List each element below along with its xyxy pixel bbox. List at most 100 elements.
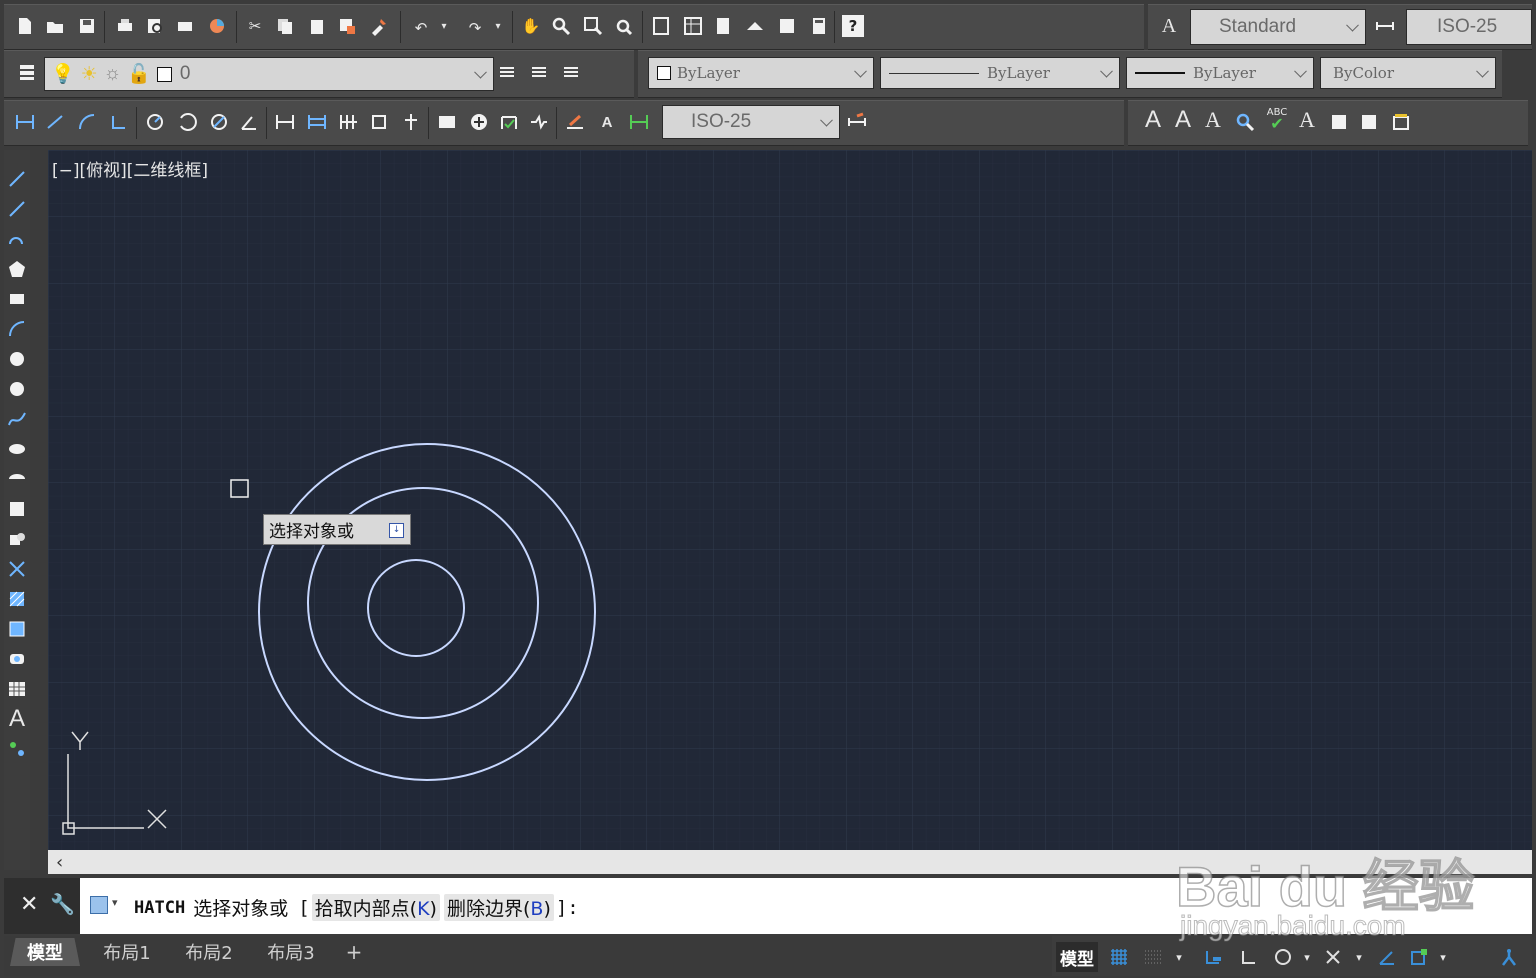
snap-icon[interactable] xyxy=(1142,946,1164,968)
chevron-left-icon[interactable]: ‹ xyxy=(56,852,63,873)
tooltip-options-icon[interactable]: ↓ xyxy=(389,523,404,538)
multiline-text-icon[interactable]: A xyxy=(6,705,28,732)
polygon-icon[interactable] xyxy=(6,258,28,280)
calculator-icon[interactable] xyxy=(808,15,830,37)
text-frame-icon[interactable] xyxy=(1390,111,1412,133)
linetype-select[interactable]: ByLayer xyxy=(880,57,1120,89)
dim-space-icon[interactable] xyxy=(368,111,390,133)
circle-icon[interactable] xyxy=(6,348,28,370)
spline-icon[interactable] xyxy=(6,408,28,430)
ellipse-icon[interactable] xyxy=(6,438,28,460)
dim-style-manager-icon[interactable] xyxy=(846,111,868,133)
redo-dropdown-icon[interactable]: ▾ xyxy=(492,15,504,37)
justify-text-icon[interactable] xyxy=(1358,111,1380,133)
tolerance-icon[interactable] xyxy=(436,111,458,133)
new-file-icon[interactable] xyxy=(14,15,36,37)
command-line[interactable]: ✕ 🔧 ▾ HATCH 选择对象或 [ 拾取内部点(K) 删除边界(B) ]: xyxy=(4,878,1532,934)
edit-text-icon[interactable]: A xyxy=(1202,107,1224,132)
arc-length-icon[interactable] xyxy=(76,111,98,133)
customization-icon[interactable] xyxy=(1498,946,1520,968)
option-pick-internal-point[interactable]: 拾取内部点(K) xyxy=(311,894,440,921)
revision-cloud-icon[interactable] xyxy=(6,378,28,400)
help-icon[interactable]: ? xyxy=(842,15,864,37)
horizontal-scrollbar[interactable]: ‹ xyxy=(48,850,1532,874)
angular-dim-icon[interactable] xyxy=(238,111,260,133)
gradient-icon[interactable] xyxy=(6,618,28,640)
match-properties-icon[interactable] xyxy=(368,15,390,37)
line-icon[interactable] xyxy=(6,168,28,190)
hatch-icon[interactable] xyxy=(6,588,28,610)
drawing-canvas[interactable] xyxy=(48,150,1532,850)
publish-icon[interactable] xyxy=(174,15,196,37)
properties-icon[interactable] xyxy=(650,15,672,37)
arc-icon[interactable] xyxy=(6,318,28,340)
grid-icon[interactable] xyxy=(1108,946,1130,968)
jogged-linear-icon[interactable] xyxy=(528,111,550,133)
single-line-text-icon[interactable]: A xyxy=(1172,106,1194,133)
quick-dim-icon[interactable] xyxy=(274,111,296,133)
sheet-set-icon[interactable] xyxy=(744,15,766,37)
diameter-dim-icon[interactable] xyxy=(208,111,230,133)
continue-dim-icon[interactable] xyxy=(338,111,360,133)
block-editor-icon[interactable] xyxy=(336,15,358,37)
inspection-icon[interactable] xyxy=(498,111,520,133)
mtext-icon[interactable]: A xyxy=(1142,106,1164,133)
object-snap-dropdown-icon[interactable]: ▾ xyxy=(1436,946,1450,968)
plotstyle-select[interactable]: ByColor xyxy=(1320,57,1496,89)
add-layout-button[interactable]: + xyxy=(340,938,368,966)
linear-dim-icon[interactable] xyxy=(14,111,36,133)
layer-states-icon[interactable] xyxy=(560,61,582,83)
find-text-icon[interactable] xyxy=(1234,111,1256,133)
layer-manager-icon[interactable] xyxy=(16,61,38,83)
viewport-label[interactable]: [−][俯视][二维线框] xyxy=(52,156,208,181)
drawing-viewport[interactable]: [−][俯视][二维线框] xyxy=(48,150,1532,850)
ordinate-dim-icon[interactable] xyxy=(108,111,130,133)
point-icon[interactable] xyxy=(6,558,28,580)
make-current-layer-icon[interactable] xyxy=(496,61,518,83)
make-block-icon[interactable] xyxy=(6,528,28,550)
wrench-icon[interactable]: 🔧 xyxy=(50,892,75,916)
polar-tracking-icon[interactable] xyxy=(1272,946,1294,968)
spell-check-icon[interactable]: ABC ✔ xyxy=(1266,107,1288,132)
dim-style-icon[interactable] xyxy=(1374,15,1396,37)
undo-dropdown-icon[interactable]: ▾ xyxy=(438,15,450,37)
polar-dropdown-icon[interactable]: ▾ xyxy=(1300,946,1314,968)
pan-icon[interactable]: ✋ xyxy=(520,15,542,37)
text-style-select[interactable]: Standard xyxy=(1190,9,1366,45)
radius-dim-icon[interactable] xyxy=(144,111,166,133)
save-icon[interactable] xyxy=(76,15,98,37)
paste-icon[interactable] xyxy=(306,15,328,37)
dim-break-icon[interactable] xyxy=(400,111,422,133)
layer-select[interactable]: 💡 ☀ ☼ 🔓 0 xyxy=(44,57,494,91)
dim-style-select[interactable]: ISO-25 xyxy=(1406,9,1532,45)
undo-icon[interactable]: ↶ xyxy=(410,17,432,39)
copy-icon[interactable] xyxy=(274,15,296,37)
lineweight-select[interactable]: ByLayer xyxy=(1126,57,1314,89)
recent-commands-dropdown-icon[interactable]: ▾ xyxy=(112,896,118,909)
command-text[interactable]: HATCH 选择对象或 [ 拾取内部点(K) 删除边界(B) ]: xyxy=(134,894,579,921)
render-icon[interactable] xyxy=(206,15,228,37)
tab-layout2[interactable]: 布局2 xyxy=(174,938,244,966)
jogged-dim-icon[interactable] xyxy=(176,111,198,133)
dynamic-ucs-icon[interactable] xyxy=(1202,946,1224,968)
scale-text-icon[interactable] xyxy=(1328,111,1350,133)
model-space-button[interactable]: 模型 xyxy=(1056,942,1098,972)
layer-previous-icon[interactable] xyxy=(528,61,550,83)
object-snap-icon[interactable] xyxy=(1408,946,1430,968)
table-icon[interactable] xyxy=(6,678,28,700)
tool-palettes-icon[interactable] xyxy=(712,15,734,37)
text-style-manager-icon[interactable]: A xyxy=(1296,107,1318,132)
tab-model[interactable]: 模型 xyxy=(10,938,80,966)
center-mark-icon[interactable] xyxy=(468,111,490,133)
redo-icon[interactable]: ↷ xyxy=(464,17,486,39)
dim-text-edit-icon[interactable]: A xyxy=(596,111,618,133)
aligned-dim-icon[interactable] xyxy=(44,111,66,133)
zoom-window-icon[interactable] xyxy=(582,15,604,37)
markup-icon[interactable] xyxy=(776,15,798,37)
dim-edit-icon[interactable] xyxy=(564,111,586,133)
tab-layout1[interactable]: 布局1 xyxy=(92,938,162,966)
print-icon[interactable] xyxy=(114,15,136,37)
cut-icon[interactable]: ✂ xyxy=(244,15,266,37)
tab-layout3[interactable]: 布局3 xyxy=(256,938,326,966)
object-snap-tracking-icon[interactable] xyxy=(1376,946,1398,968)
